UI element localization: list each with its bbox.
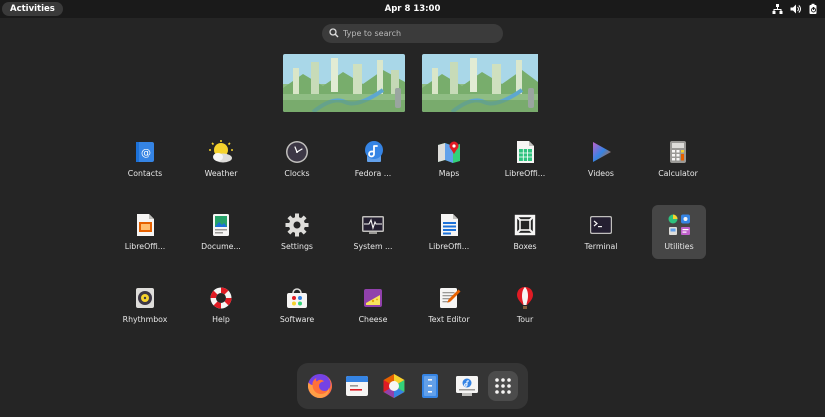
app-label: Software (279, 315, 315, 324)
app-settings[interactable]: Settings (270, 205, 324, 259)
app-boxes[interactable]: Boxes (498, 205, 552, 259)
app-help[interactable]: Help (194, 278, 248, 332)
app-calculator[interactable]: Calculator (651, 132, 705, 186)
activities-button[interactable]: Activities (2, 2, 63, 16)
software-icon (383, 374, 405, 398)
calculator-icon (670, 141, 686, 163)
dock-firefox[interactable] (305, 371, 335, 401)
workspace-thumbnail-2[interactable] (422, 54, 544, 112)
calendar-icon (346, 376, 368, 396)
terminal-icon (590, 216, 612, 234)
maps-icon (438, 141, 460, 163)
power-icon[interactable] (808, 3, 819, 15)
folder-label: Utilities (664, 242, 694, 251)
app-videos[interactable]: Videos (574, 132, 628, 186)
app-label: LibreOffi... (124, 242, 166, 251)
app-label: Help (212, 315, 230, 324)
app-label: Cheese (358, 315, 388, 324)
installer-icon (456, 376, 478, 396)
firefox-icon (307, 374, 332, 399)
rhythmbox-icon (136, 288, 154, 308)
app-text-editor[interactable]: Text Editor (422, 278, 476, 332)
dash (297, 363, 528, 409)
clock-area: Apr 8 13:00 (0, 0, 825, 18)
dock-installer[interactable] (452, 371, 482, 401)
app-document-viewer[interactable]: Docume... (194, 205, 248, 259)
search-bar[interactable] (322, 24, 503, 43)
app-label: Rhythmbox (122, 315, 168, 324)
app-system-monitor[interactable]: System ... (346, 205, 400, 259)
boxes-icon (514, 214, 536, 236)
software-bag-icon (287, 288, 307, 308)
app-contacts[interactable]: @ Contacts (118, 132, 172, 186)
cheese-icon (364, 289, 382, 307)
utilities-folder-icon (668, 214, 690, 235)
app-cheese[interactable]: Cheese (346, 278, 400, 332)
app-label: Clocks (284, 169, 310, 178)
app-label: Boxes (513, 242, 537, 251)
app-label: System ... (353, 242, 393, 251)
app-terminal[interactable]: Terminal (574, 205, 628, 259)
app-weather[interactable]: Weather (194, 132, 248, 186)
svg-text:@: @ (141, 148, 151, 159)
app-software[interactable]: Software (270, 278, 324, 332)
app-label: Tour (516, 315, 534, 324)
dock-files[interactable] (415, 371, 445, 401)
app-clocks[interactable]: Clocks (270, 132, 324, 186)
dock-software[interactable] (379, 371, 409, 401)
system-tray[interactable] (772, 3, 819, 15)
search-input[interactable] (343, 26, 493, 41)
top-bar: Activities Apr 8 13:00 (0, 0, 825, 18)
network-icon[interactable] (772, 3, 783, 15)
app-label: LibreOffi... (504, 169, 546, 178)
workspace-thumbnail-1[interactable] (283, 54, 405, 112)
gear-icon (285, 213, 309, 237)
folder-utilities[interactable]: Utilities (652, 205, 706, 259)
libreoffice-writer-icon (441, 214, 458, 236)
app-label: Settings (281, 242, 313, 251)
weather-icon (209, 140, 233, 163)
contacts-icon: @ (136, 142, 154, 162)
show-apps-icon (495, 378, 511, 394)
app-fedora[interactable]: Fedora ... (346, 132, 400, 186)
system-monitor-icon (362, 216, 384, 234)
app-label: Weather (204, 169, 238, 178)
app-libreoffice-impress[interactable]: LibreOffi... (118, 205, 172, 259)
search-icon (329, 28, 339, 38)
app-label: Contacts (127, 169, 163, 178)
app-label: Docume... (201, 242, 241, 251)
volume-icon[interactable] (790, 3, 801, 15)
clock-icon (286, 141, 308, 163)
app-label: Terminal (584, 242, 618, 251)
dock-calendar[interactable] (342, 371, 372, 401)
clock-button[interactable]: Apr 8 13:00 (385, 4, 441, 14)
text-editor-icon (440, 288, 461, 308)
app-libreoffice-calc[interactable]: LibreOffi... (498, 132, 552, 186)
app-label: Text Editor (428, 315, 470, 324)
libreoffice-impress-icon (137, 214, 154, 236)
balloon-icon (517, 287, 533, 309)
app-label: Fedora ... (354, 169, 392, 178)
app-rhythmbox[interactable]: Rhythmbox (118, 278, 172, 332)
fedora-icon (365, 141, 383, 162)
app-label: Calculator (658, 169, 698, 178)
lifebuoy-icon (210, 287, 232, 309)
files-icon (422, 374, 438, 398)
document-viewer-icon (213, 214, 229, 236)
app-maps[interactable]: Maps (422, 132, 476, 186)
dock-show-apps[interactable] (488, 371, 518, 401)
videos-icon (593, 142, 611, 162)
libreoffice-calc-icon (517, 141, 534, 163)
app-label: Maps (438, 169, 460, 178)
app-label: Videos (588, 169, 614, 178)
app-label: LibreOffi... (428, 242, 470, 251)
app-libreoffice-writer[interactable]: LibreOffi... (422, 205, 476, 259)
app-tour[interactable]: Tour (498, 278, 552, 332)
